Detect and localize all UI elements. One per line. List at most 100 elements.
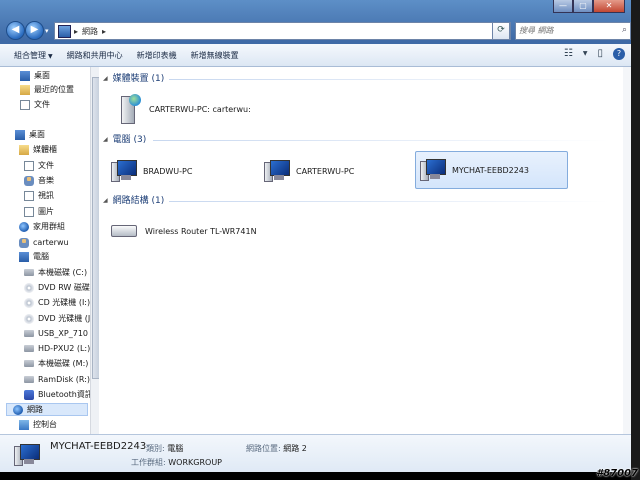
bluetooth-icon	[24, 389, 34, 400]
media-device-carterwu-pc[interactable]: CARTERWU-PC: carterwu:	[103, 91, 263, 127]
music-icon	[24, 175, 34, 186]
preview-pane-icon[interactable]: ▯	[597, 48, 603, 60]
forward-button[interactable]: ▶	[25, 21, 44, 40]
minimize-button[interactable]: —	[553, 0, 573, 13]
category-value: 電腦	[167, 444, 184, 453]
sidebar-item-libraries[interactable]: 媒體櫃	[19, 143, 57, 156]
category-label: 類別:	[146, 444, 165, 453]
sidebar-item-hd-pxu2[interactable]: HD-PXU2 (L:)	[24, 342, 90, 355]
video-icon	[24, 190, 34, 201]
sidebar-item-desktop-fav[interactable]: 桌面	[20, 69, 50, 82]
refresh-icon: ⟳	[497, 25, 505, 35]
command-bar: 組合管理 ▼ 網路和共用中心 新增印表機 新增無線裝置 ☷ ▼ ▯ ?	[0, 44, 631, 67]
document-icon	[20, 99, 30, 110]
sidebar-item-ramdisk[interactable]: RamDisk (R:)	[24, 373, 90, 386]
desktop-icon	[15, 129, 25, 140]
breadcrumb-chevron[interactable]: ▸	[102, 27, 106, 36]
maximize-button[interactable]: ▢	[573, 0, 593, 13]
sidebar-item-video[interactable]: 視訊	[24, 189, 54, 202]
sidebar-item-label: CD 光碟機 (I:) U	[38, 298, 91, 307]
group-title: 媒體裝置 (1)	[112, 74, 165, 84]
desktop-icon	[20, 70, 30, 81]
computer-mychat-eebd2243[interactable]: MYCHAT-EEBD2243	[415, 151, 568, 189]
sidebar-item-homegroup[interactable]: 家用群組	[19, 220, 65, 233]
group-header-network-infrastructure[interactable]: ◢ 網路結構 (1)	[103, 195, 164, 207]
network-location-icon	[58, 24, 71, 38]
view-controls: ☷ ▼ ▯ ?	[564, 48, 625, 60]
close-button[interactable]: ✕	[593, 0, 625, 13]
media-server-icon	[117, 94, 143, 124]
screen-edge	[631, 0, 640, 480]
sidebar-item-drive-m[interactable]: 本機磁碟 (M:)	[24, 357, 88, 370]
sidebar-item-document[interactable]: 文件	[20, 98, 50, 111]
sidebar-item-label: 家用群組	[33, 222, 65, 231]
sidebar-item-label: 媒體櫃	[33, 145, 57, 154]
collapse-triangle-icon: ◢	[103, 75, 108, 82]
sidebar-item-label: 音樂	[38, 176, 54, 185]
group-header-computers[interactable]: ◢ 電腦 (3)	[103, 134, 146, 146]
group-divider	[169, 79, 609, 80]
change-view-icon[interactable]: ☷	[564, 48, 573, 60]
control-panel-icon	[19, 419, 29, 430]
sidebar-item-network[interactable]: 網路	[6, 403, 88, 416]
breadcrumb-separator[interactable]: ▸	[74, 27, 78, 36]
search-input[interactable]	[516, 23, 618, 37]
network-sharing-center-button[interactable]: 網路和共用中心	[67, 50, 123, 61]
sidebar-item-drive-c[interactable]: 本機磁碟 (C:)	[24, 266, 87, 279]
add-wireless-device-button[interactable]: 新增無線裝置	[191, 50, 239, 61]
sidebar-item-label: DVD RW 磁碟機	[38, 283, 90, 292]
watermark: #87007	[596, 468, 638, 479]
sidebar-item-label: 本機磁碟 (C:)	[38, 268, 88, 277]
sidebar-item-dvd-j[interactable]: DVD 光碟機 (J:)	[24, 312, 90, 325]
sidebar-item-label: USB_XP_710 (K	[38, 329, 90, 338]
group-divider	[169, 201, 609, 202]
content-scrollbar[interactable]	[623, 67, 631, 434]
computer-carterwu-pc[interactable]: CARTERWU-PC	[264, 153, 404, 189]
sidebar-item-label: 本機磁碟 (M:)	[38, 359, 89, 368]
sidebar-item-control-panel[interactable]: 控制台	[19, 418, 57, 431]
explorer-window: — ▢ ✕ ◀ ▶ ▾ ▸ 網路 ▸ ⟳ ⌕ 組合管理▼ 網路和共用中心 新增印…	[0, 0, 631, 472]
sidebar-item-label: 文件	[34, 100, 50, 109]
refresh-button[interactable]: ⟳	[492, 22, 510, 40]
add-printer-button[interactable]: 新增印表機	[137, 50, 177, 61]
item-label: Wireless Router TL-WR741N	[145, 226, 257, 236]
computer-icon	[14, 443, 40, 467]
back-button[interactable]: ◀	[6, 21, 25, 40]
sidebar-item-documents[interactable]: 文件	[24, 159, 54, 172]
documents-icon	[24, 160, 34, 171]
search-box[interactable]: ⌕	[515, 22, 631, 40]
drive-icon	[24, 360, 34, 367]
sidebar-item-usb-k[interactable]: USB_XP_710 (K	[24, 327, 90, 340]
item-label: MYCHAT-EEBD2243	[452, 165, 529, 175]
organize-button[interactable]: 組合管理 ▼	[14, 50, 53, 61]
group-title: 網路結構 (1)	[112, 196, 165, 206]
breadcrumb-network[interactable]: 網路	[82, 26, 98, 37]
sidebar-item-desktop[interactable]: 桌面	[15, 128, 45, 141]
view-options-chevron-icon[interactable]: ▼	[583, 48, 588, 60]
sidebar-item-carterwu[interactable]: carterwu	[19, 236, 69, 249]
sidebar-item-recent-places[interactable]: 最近的位置	[20, 83, 74, 96]
computer-bradwu-pc[interactable]: BRADWU-PC	[111, 153, 251, 189]
computer-icon	[420, 158, 446, 182]
help-icon[interactable]: ?	[613, 48, 625, 60]
computer-icon	[19, 251, 29, 262]
router-tl-wr741n[interactable]: Wireless Router TL-WR741N	[99, 213, 279, 249]
address-bar[interactable]: ▸ 網路 ▸	[54, 22, 511, 40]
drive-icon	[24, 376, 34, 383]
content-pane: ◢ 媒體裝置 (1) CARTERWU-PC: carterwu: ◢ 電腦 (3)…	[99, 67, 631, 434]
sidebar-item-cd-i[interactable]: CD 光碟機 (I:) U	[24, 296, 91, 309]
sidebar-item-label: 視訊	[38, 191, 54, 200]
sidebar-item-computer[interactable]: 電腦	[19, 250, 49, 263]
navigation-pane-scrollbar[interactable]	[90, 67, 100, 434]
sidebar-item-pictures[interactable]: 圖片	[24, 205, 54, 218]
sidebar-item-dvd-rw[interactable]: DVD RW 磁碟機	[24, 281, 90, 294]
sidebar-item-bluetooth[interactable]: Bluetooth資訊交	[24, 388, 90, 401]
recent-places-icon	[20, 84, 30, 95]
group-header-media-devices[interactable]: ◢ 媒體裝置 (1)	[103, 73, 164, 85]
location-value: 網路 2	[283, 444, 307, 453]
user-icon	[19, 237, 29, 248]
sidebar-item-music[interactable]: 音樂	[24, 174, 54, 187]
item-label: BRADWU-PC	[143, 166, 193, 176]
recent-pages-dropdown[interactable]: ▾	[45, 27, 49, 35]
homegroup-icon	[19, 221, 29, 232]
